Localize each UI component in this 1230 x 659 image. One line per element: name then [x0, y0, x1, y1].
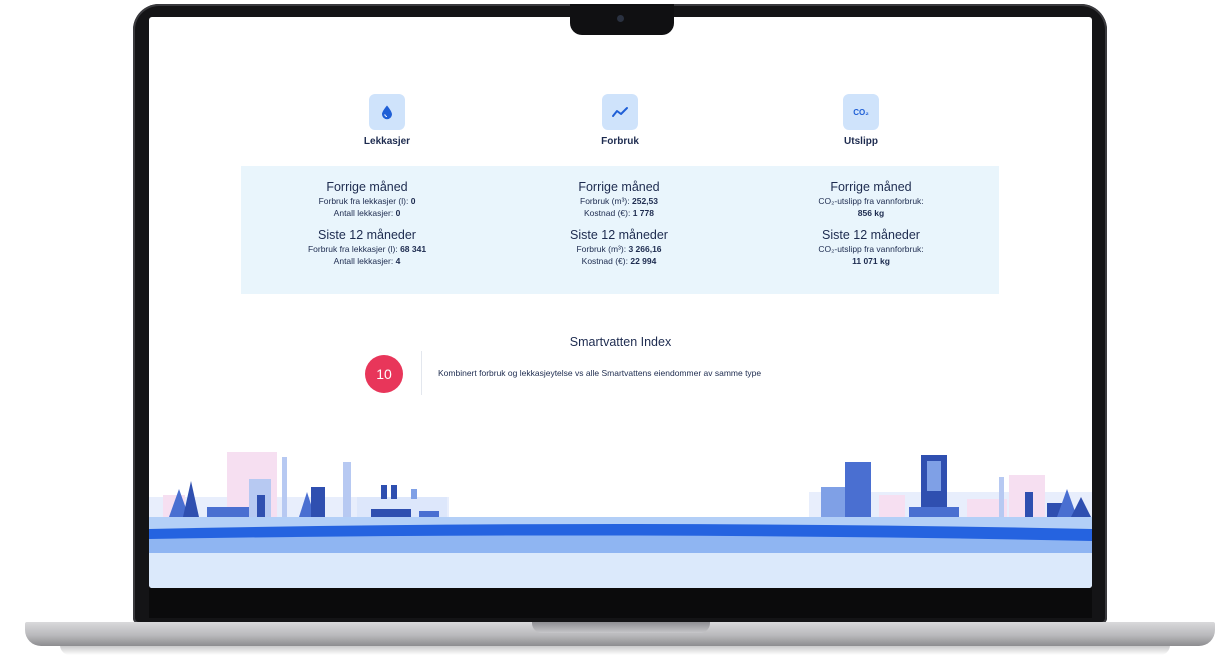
leak-count-line: Antall lekkasjer: 0: [333, 208, 401, 218]
city-skyline-illustration: [149, 452, 1092, 588]
emission-label: CO₂-utslipp fra vannforbruk:: [818, 244, 924, 254]
prev-month-heading: Forrige måned: [578, 180, 660, 194]
consumption-column: Forrige måned Forbruk (m³): 252,53 Kostn…: [493, 180, 745, 267]
category-label: Forbruk: [601, 136, 639, 147]
leak-count-line: Antall lekkasjer: 4: [333, 256, 401, 266]
category-leaks: Lekkasjer: [332, 94, 442, 147]
index-score-badge: 10: [365, 355, 403, 393]
emission-label: CO₂-utslipp fra vannforbruk:: [818, 196, 924, 206]
stats-panel: Forrige måned Forbruk fra lekkasjer (l):…: [241, 166, 999, 294]
leaks-column: Forrige måned Forbruk fra lekkasjer (l):…: [241, 180, 493, 267]
emission-value: 11 071 kg: [852, 256, 890, 266]
laptop-bezel-bottom: [149, 588, 1092, 618]
index-title: Smartvatten Index: [569, 335, 672, 349]
laptop-screen: Lekkasjer Forbruk CO₂ Utslipp Forrige må…: [149, 17, 1092, 588]
last-12-months-heading: Siste 12 måneder: [822, 228, 920, 242]
last-12-months-heading: Siste 12 måneder: [570, 228, 668, 242]
emissions-column: Forrige måned CO₂-utslipp fra vannforbru…: [745, 180, 997, 267]
trend-line-icon: [602, 94, 638, 130]
co2-icon-text: CO₂: [853, 107, 869, 117]
prev-month-heading: Forrige måned: [830, 180, 912, 194]
divider: [421, 351, 422, 395]
co2-icon: CO₂: [843, 94, 879, 130]
index-description: Kombinert forbruk og lekkasjeytelse vs a…: [438, 368, 762, 378]
emission-value: 856 kg: [857, 208, 885, 218]
category-consumption: Forbruk: [565, 94, 675, 147]
prev-month-heading: Forrige måned: [326, 180, 408, 194]
last-12-months-heading: Siste 12 måneder: [318, 228, 416, 242]
category-emissions: CO₂ Utslipp: [806, 94, 916, 147]
cost-line: Kostnad (€): 1 778: [584, 208, 654, 218]
leak-volume-line: Forbruk fra lekkasjer (l): 0: [318, 196, 416, 206]
consumption-line: Forbruk (m³): 252,53: [580, 196, 658, 206]
laptop-opening-notch: [532, 622, 710, 633]
leak-volume-line: Forbruk fra lekkasjer (l): 68 341: [307, 244, 427, 254]
laptop-shadow: [60, 645, 1170, 655]
water-drop-icon: [369, 94, 405, 130]
category-label: Lekkasjer: [363, 136, 411, 147]
consumption-line: Forbruk (m³): 3 266,16: [576, 244, 662, 254]
cost-line: Kostnad (€): 22 994: [581, 256, 657, 266]
camera-icon: [617, 15, 624, 22]
category-label: Utslipp: [844, 136, 878, 147]
